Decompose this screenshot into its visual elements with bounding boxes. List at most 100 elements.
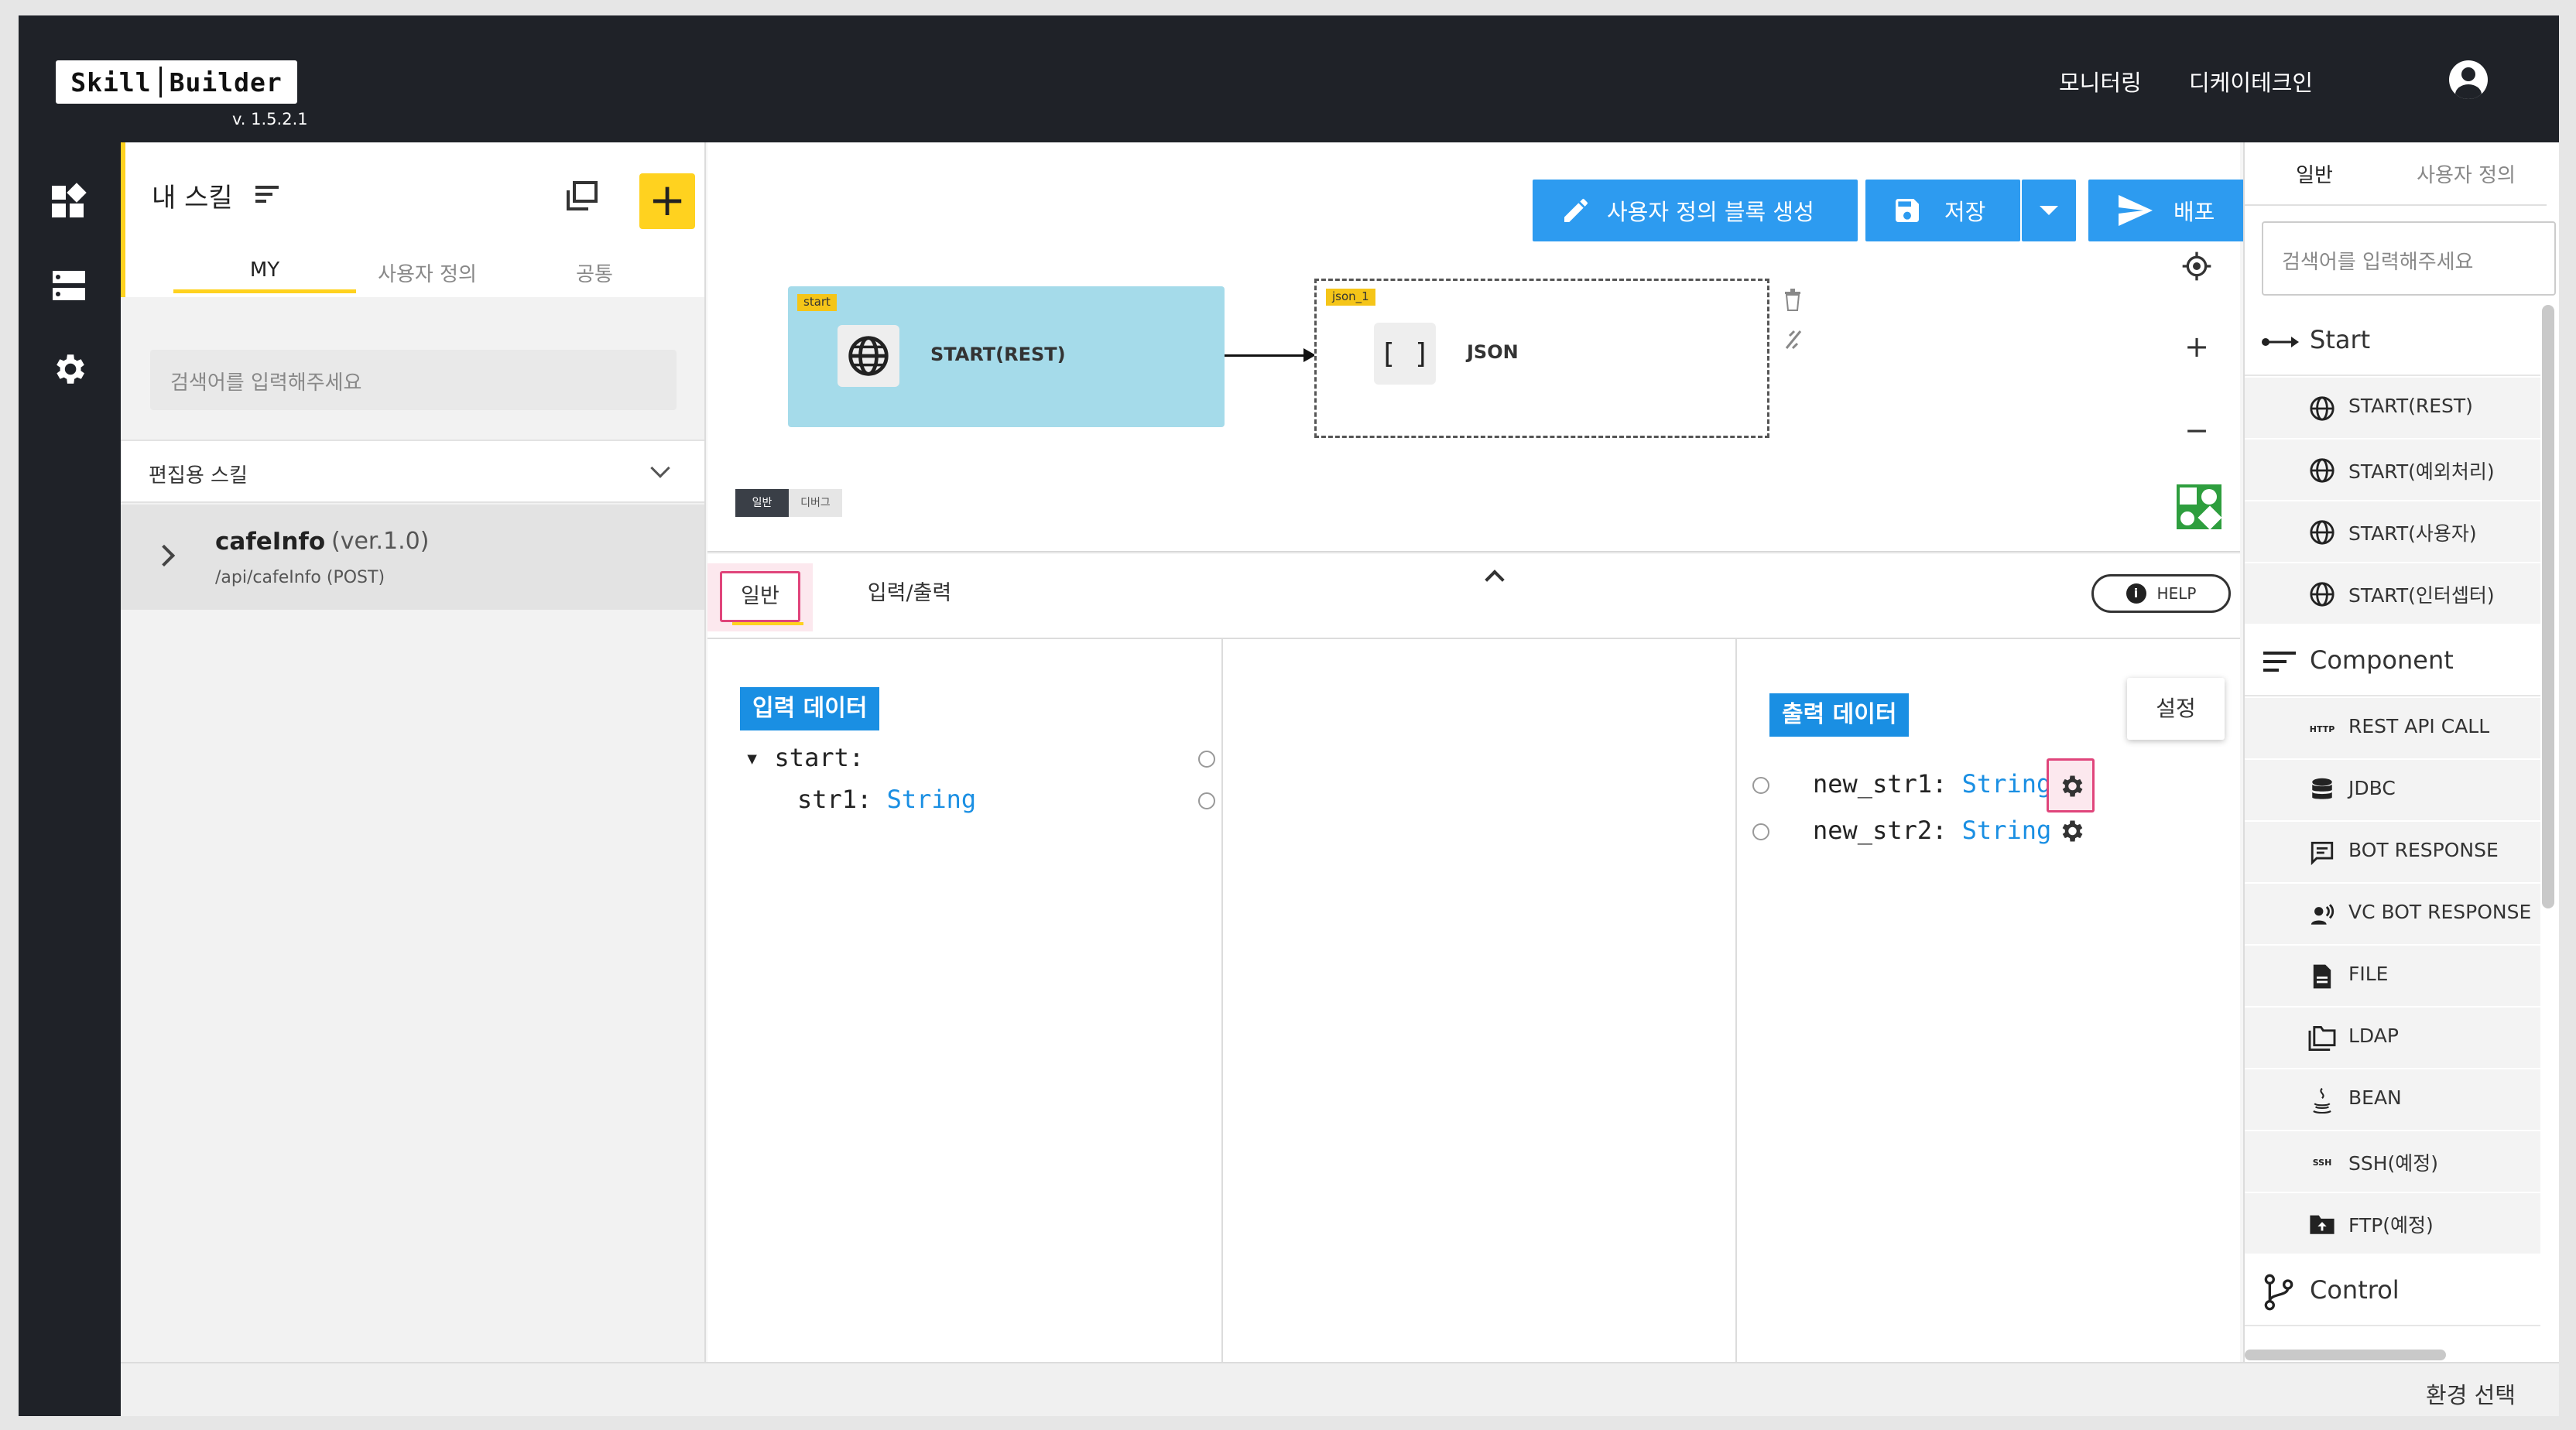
input-port-str1[interactable]: [1198, 792, 1215, 809]
java-icon: [2308, 1086, 2336, 1114]
palette-item-label: BEAN: [2348, 1086, 2402, 1109]
help-button[interactable]: i HELP: [2091, 574, 2231, 613]
input-port-start[interactable]: [1198, 751, 1215, 768]
input-root-node[interactable]: ▾ start:: [745, 743, 864, 772]
logo-text-skill: Skill: [70, 67, 152, 98]
globe-icon: [838, 325, 899, 387]
skill-list-item[interactable]: cafeInfo (ver.1.0) /api/cafeInfo (POST): [121, 505, 704, 610]
locate-icon[interactable]: [2181, 251, 2212, 282]
start-node-tag: start: [797, 294, 837, 311]
environment-select[interactable]: 환경 선택: [2426, 1377, 2516, 1410]
component-list-icon: [2263, 652, 2296, 672]
collapse-chevron-icon[interactable]: [1485, 570, 1505, 590]
palette-item-start-rest[interactable]: START(REST): [2245, 378, 2540, 440]
component-palette: 일반 사용자 정의 검색어를 입력해주세요 Start START(REST) …: [2243, 142, 2559, 1362]
tab-my[interactable]: MY: [187, 258, 342, 282]
palette-item-label: VC BOT RESPONSE: [2348, 901, 2532, 923]
input-field-name: str1:: [797, 785, 872, 814]
mode-tab-debug[interactable]: 디버그: [789, 489, 842, 517]
palette-item-ftp[interactable]: FTP(예정): [2245, 1193, 2540, 1255]
start-node[interactable]: start START(REST): [788, 286, 1225, 427]
json-node-label: JSON: [1467, 341, 1519, 363]
tab-common[interactable]: 공통: [517, 258, 672, 287]
column-divider-1: [1221, 639, 1223, 1362]
output-field-new-str1[interactable]: new_str1: String: [1813, 769, 2051, 799]
folder-upload-icon: [2308, 1210, 2336, 1238]
logo-separator: [159, 67, 162, 98]
flow-canvas[interactable]: 사용자 정의 블록 생성 저장 배포 start START(REST) jso…: [707, 142, 2246, 552]
palette-item-start-interceptor[interactable]: START(인터셉터): [2245, 563, 2540, 625]
setting-tooltip[interactable]: 설정: [2127, 678, 2225, 740]
field-settings-gear-icon-2[interactable]: [2057, 817, 2085, 845]
skill-name: cafeInfo: [215, 528, 326, 556]
palette-item-jdbc[interactable]: JDBC: [2245, 760, 2540, 822]
save-options-dropdown[interactable]: [2022, 180, 2076, 241]
palette-item-ldap[interactable]: LDAP: [2245, 1008, 2540, 1069]
deploy-button[interactable]: 배포: [2088, 180, 2246, 241]
json-node[interactable]: json_1 [ ] JSON: [1314, 279, 1769, 438]
palette-tab-custom[interactable]: 사용자 정의: [2396, 159, 2536, 188]
output-field-new-str2[interactable]: new_str2: String: [1813, 816, 2051, 845]
palette-item-file[interactable]: FILE: [2245, 946, 2540, 1008]
output-port-new-str1[interactable]: [1752, 777, 1769, 794]
output-port-new-str2[interactable]: [1752, 823, 1769, 840]
copy-icon[interactable]: [564, 180, 599, 214]
tab-input-output[interactable]: 입력/출력: [844, 568, 975, 619]
zoom-out-button[interactable]: −: [2181, 415, 2212, 446]
sort-icon[interactable]: [255, 186, 279, 204]
skill-search-input[interactable]: 검색어를 입력해주세요: [150, 350, 677, 410]
section-editing-skills[interactable]: 편집용 스킬: [121, 440, 704, 503]
globe-icon: [2308, 395, 2336, 422]
input-field-str1[interactable]: str1: String: [797, 785, 976, 814]
palette-item-label: BOT RESPONSE: [2348, 839, 2499, 861]
palette-horizontal-scrollbar[interactable]: [2245, 1350, 2446, 1360]
nav-monitoring[interactable]: 모니터링: [2059, 65, 2142, 98]
output-data-badge: 출력 데이터: [1769, 693, 1910, 737]
message-icon: [2308, 839, 2336, 867]
group-component[interactable]: Component: [2245, 627, 2540, 696]
tab-general[interactable]: 일반: [720, 571, 800, 622]
palette-item-bean[interactable]: BEAN: [2245, 1069, 2540, 1131]
account-icon[interactable]: [2449, 60, 2488, 99]
palette-tab-general[interactable]: 일반: [2245, 159, 2384, 188]
flow-connector: [1225, 348, 1316, 362]
mode-tab-general[interactable]: 일반: [735, 489, 789, 517]
app-logo[interactable]: Skill Builder: [56, 60, 297, 104]
palette-item-ssh[interactable]: SSH SSH(예정): [2245, 1131, 2540, 1193]
file-icon: [2308, 963, 2336, 990]
node-detail-panel: 일반 입력/출력 i HELP 입력 데이터 ▾ start: str1: St…: [707, 554, 2240, 1362]
unlink-icon[interactable]: [1783, 328, 1804, 351]
group-start-label: Start: [2310, 325, 2371, 354]
tab-custom[interactable]: 사용자 정의: [350, 258, 505, 287]
sidebar-header: 내 스킬 + MY 사용자 정의 공통: [121, 142, 704, 297]
tab-general-underline: [732, 622, 803, 625]
palette-item-label: START(인터셉터): [2348, 584, 2495, 607]
globe-icon: [2308, 518, 2336, 546]
palette-item-rest-api-call[interactable]: HTTP REST API CALL: [2245, 698, 2540, 760]
group-start[interactable]: Start: [2245, 306, 2540, 376]
field-settings-gear-icon[interactable]: [2057, 772, 2085, 800]
palette-search-input[interactable]: 검색어를 입력해주세요: [2262, 221, 2556, 296]
column-divider-2: [1735, 639, 1737, 1362]
add-skill-button[interactable]: +: [639, 173, 695, 229]
nav-company[interactable]: 디케이테크인: [2189, 65, 2313, 98]
palette-item-start-user[interactable]: START(사용자): [2245, 501, 2540, 563]
minimap-icon[interactable]: [2177, 484, 2222, 530]
server-icon[interactable]: [50, 266, 88, 305]
palette-item-vc-bot-response[interactable]: VC BOT RESPONSE: [2245, 884, 2540, 946]
trash-icon[interactable]: [1783, 288, 1802, 311]
group-component-label: Component: [2310, 645, 2454, 675]
output-field-type-2: String: [1961, 816, 2052, 845]
group-control[interactable]: Control: [2245, 1257, 2540, 1326]
custom-block-button[interactable]: 사용자 정의 블록 생성: [1533, 180, 1858, 241]
output-field-name-1: new_str1:: [1813, 769, 1947, 799]
palette-item-start-exception[interactable]: START(예외처리): [2245, 440, 2540, 501]
palette-item-bot-response[interactable]: BOT RESPONSE: [2245, 822, 2540, 884]
palette-vertical-scrollbar[interactable]: [2542, 305, 2554, 908]
save-button[interactable]: 저장: [1865, 180, 2020, 241]
arrow-right-icon: [2262, 337, 2299, 347]
zoom-in-button[interactable]: +: [2181, 331, 2212, 362]
dashboard-icon[interactable]: [50, 183, 88, 221]
settings-gear-icon[interactable]: [50, 350, 88, 388]
chevron-right-icon[interactable]: [152, 544, 176, 567]
